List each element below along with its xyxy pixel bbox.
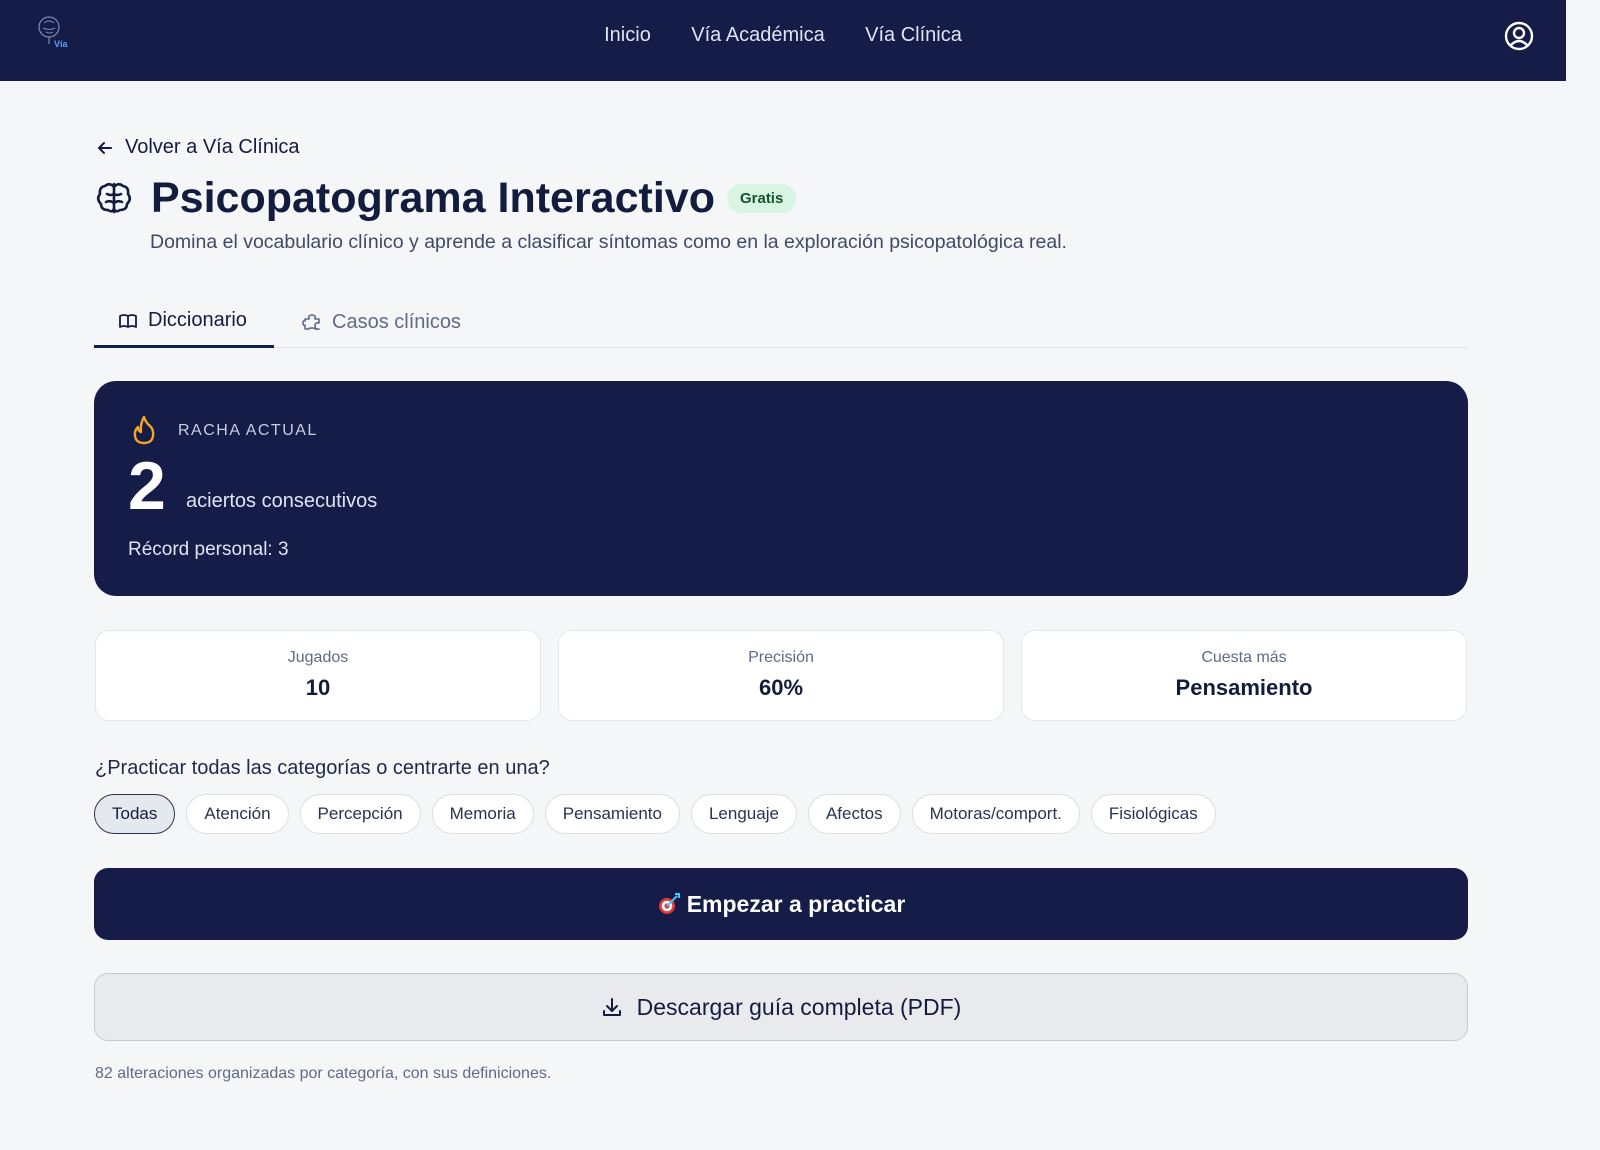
chip-atencion[interactable]: Atención (186, 794, 289, 834)
download-pdf-button[interactable]: Descargar guía completa (PDF) (94, 973, 1468, 1041)
nav-item-via-clinica[interactable]: Vía Clínica (865, 22, 962, 48)
chip-fisiologicas[interactable]: Fisiológicas (1090, 794, 1216, 834)
download-button-label: Descargar guía completa (PDF) (636, 993, 962, 1020)
stat-label: Precisión (748, 649, 814, 666)
top-navbar: Vía Inicio Vía Académica Vía Clínica (0, 0, 1566, 81)
tab-casos-clinicos[interactable]: Casos clínicos (302, 296, 461, 348)
start-button-label: Empezar a practicar (686, 890, 906, 917)
stat-value: Pensamiento (1175, 675, 1313, 700)
nav-item-via-academica[interactable]: Vía Académica (691, 22, 824, 48)
tab-diccionario[interactable]: Diccionario (94, 296, 274, 348)
streak-value: 2 (128, 448, 166, 524)
page-header: Psicopatograma Interactivo Gratis (95, 172, 797, 224)
streak-label: RACHA ACTUAL (178, 422, 318, 439)
streak-card: RACHA ACTUAL 2 aciertos consecutivos Réc… (94, 381, 1468, 596)
download-icon (602, 998, 621, 1016)
streak-unit: aciertos consecutivos (186, 490, 378, 512)
chip-memoria[interactable]: Memoria (431, 794, 534, 834)
start-practice-button[interactable]: Empezar a practicar (94, 868, 1468, 940)
stat-card-jugados: Jugados 10 (95, 630, 541, 721)
brain-icon (96, 182, 132, 214)
nav-item-inicio[interactable]: Inicio (604, 22, 651, 48)
page-subtitle: Domina el vocabulario clínico y aprende … (150, 231, 1067, 253)
chip-pensamiento[interactable]: Pensamiento (544, 794, 680, 834)
chip-afectos[interactable]: Afectos (807, 794, 901, 834)
stat-label: Jugados (287, 649, 349, 666)
tab-label: Diccionario (148, 309, 247, 331)
stat-card-cuesta-mas: Cuesta más Pensamiento (1021, 630, 1467, 721)
streak-record: Récord personal: 3 (128, 539, 289, 560)
puzzle-icon (302, 314, 320, 330)
status-badge: Gratis (726, 183, 797, 213)
category-question: ¿Practicar todas las categorías o centra… (95, 757, 550, 779)
back-link[interactable]: Volver a Vía Clínica (95, 136, 300, 159)
book-open-icon (119, 313, 137, 328)
flame-icon (133, 415, 155, 445)
back-link-label: Volver a Vía Clínica (125, 136, 300, 158)
page-title: Psicopatograma Interactivo (151, 174, 715, 222)
main-nav: Inicio Vía Académica Vía Clínica (0, 22, 1566, 48)
stat-value: 60% (758, 675, 804, 700)
stat-label: Cuesta más (1201, 649, 1287, 666)
target-dart-icon (658, 893, 680, 914)
stat-value: 10 (305, 675, 331, 700)
user-circle-icon[interactable] (1503, 20, 1535, 52)
tab-label: Casos clínicos (332, 310, 461, 333)
category-chips: Todas Atención Percepción Memoria Pensam… (94, 794, 1216, 834)
chip-todas[interactable]: Todas (94, 794, 176, 834)
chip-motoras[interactable]: Motoras/comport. (911, 794, 1080, 834)
footnote: 82 alteraciones organizadas por categorí… (95, 1065, 552, 1082)
chip-percepcion[interactable]: Percepción (299, 794, 421, 834)
stat-card-precision: Precisión 60% (558, 630, 1004, 721)
arrow-left-icon (98, 141, 112, 154)
chip-lenguaje[interactable]: Lenguaje (690, 794, 797, 834)
tab-bar: Diccionario Casos clínicos (94, 296, 1468, 348)
